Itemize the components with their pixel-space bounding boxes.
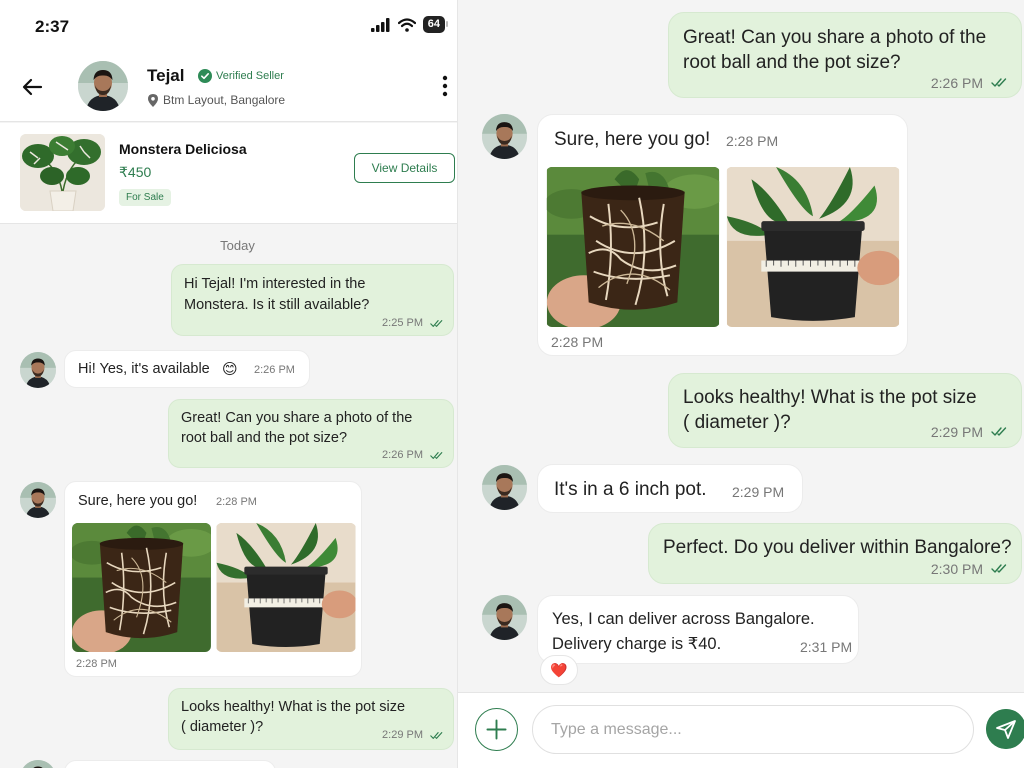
message-outgoing[interactable]: Hi Tejal! I'm interested in the Monstera…: [171, 264, 454, 336]
message-incoming[interactable]: It's in a 6 inch pot. 2:29 PM: [537, 464, 803, 513]
double-check-icon: [991, 77, 1007, 88]
back-arrow-icon[interactable]: [20, 74, 46, 100]
message-outgoing[interactable]: Great! Can you share a photo of the root…: [168, 399, 454, 468]
seller-location: Btm Layout, Bangalore: [148, 93, 285, 107]
battery-icon: 64: [422, 16, 449, 33]
root-ball-photo[interactable]: [546, 167, 720, 327]
product-name: Monstera Deliciosa: [119, 141, 247, 157]
message-text: Yes, I can deliver across Bangalore.: [552, 610, 815, 628]
message-text: Sure, here you go!: [78, 493, 198, 509]
heart-reaction[interactable]: ❤️: [540, 655, 578, 685]
message-outgoing[interactable]: Looks healthy! What is the pot size ( di…: [668, 373, 1022, 448]
message-time: 2:26 PM: [930, 75, 983, 91]
message-text: root ball and the pot size?: [683, 52, 901, 73]
message-text: Great! Can you share a photo of the: [683, 27, 987, 48]
message-text: Delivery charge is ₹40.: [552, 635, 722, 653]
message-text: root ball and the pot size?: [181, 430, 348, 446]
double-check-icon: [430, 451, 443, 460]
double-check-icon: [430, 319, 443, 328]
signal-icon: [370, 17, 390, 32]
seller-avatar[interactable]: [20, 482, 56, 518]
send-icon[interactable]: [986, 709, 1024, 749]
message-text: Looks healthy! What is the pot size: [181, 699, 406, 715]
composer-bar: [458, 692, 1024, 768]
message-text: Perfect. Do you deliver within Bangalore…: [663, 537, 1012, 558]
message-incoming[interactable]: Yes, I can deliver across Bangalore. Del…: [537, 595, 859, 664]
for-sale-badge: For Sale: [119, 189, 171, 206]
message-text: ( diameter )?: [683, 412, 791, 433]
product-card: Monstera Deliciosa ₹450 For Sale View De…: [0, 123, 457, 224]
photo-time: 2:28 PM: [76, 658, 117, 670]
message-incoming[interactable]: [64, 760, 276, 768]
view-details-button[interactable]: View Details: [354, 153, 455, 183]
message-time: 2:28 PM: [726, 133, 779, 149]
double-check-icon: [991, 426, 1007, 437]
verified-badge: Verified Seller: [198, 69, 284, 83]
chat-header: Tejal Verified Seller Btm Layout, Bangal…: [0, 52, 457, 122]
heart-icon: ❤️: [550, 661, 568, 678]
seller-avatar[interactable]: [482, 595, 527, 640]
message-text: It's in a 6 inch pot.: [554, 479, 707, 500]
seller-avatar[interactable]: [20, 352, 56, 388]
message-time: 2:26 PM: [254, 364, 295, 376]
location-text: Btm Layout, Bangalore: [163, 93, 286, 107]
status-bar: 2:37 64: [0, 0, 457, 52]
status-icons: 64: [370, 16, 449, 33]
message-time: 2:28 PM: [216, 496, 257, 508]
seller-avatar[interactable]: [482, 114, 527, 159]
message-time: 2:31 PM: [800, 639, 853, 655]
double-check-icon: [991, 563, 1007, 574]
photo-time: 2:28 PM: [551, 334, 604, 350]
smile-emoji-icon: 😊: [222, 361, 238, 378]
double-check-icon: [430, 731, 443, 740]
chat-panel-right: Great! Can you share a photo of the root…: [458, 0, 1024, 768]
wifi-icon: [397, 17, 416, 32]
status-time: 2:37: [35, 17, 70, 36]
message-text: Great! Can you share a photo of the: [181, 410, 413, 426]
message-incoming-photos[interactable]: Sure, here you go! 2:28 PM 2:28 PM: [64, 481, 362, 677]
seller-avatar[interactable]: [78, 61, 128, 111]
pot-measurement-photo[interactable]: [726, 167, 900, 327]
message-text: Hi Tejal! I'm interested in the: [184, 276, 366, 292]
message-time: 2:29 PM: [930, 424, 983, 440]
message-text: Hi! Yes, it's available: [78, 361, 210, 377]
message-text: ( diameter )?: [181, 719, 264, 735]
message-time: 2:29 PM: [382, 729, 423, 741]
message-text: Looks healthy! What is the pot size: [683, 387, 977, 408]
message-text: Sure, here you go!: [554, 129, 711, 150]
message-outgoing[interactable]: Perfect. Do you deliver within Bangalore…: [648, 523, 1022, 584]
message-outgoing[interactable]: Looks healthy! What is the pot size ( di…: [168, 688, 454, 750]
message-time: 2:29 PM: [732, 484, 785, 500]
seller-name[interactable]: Tejal: [147, 66, 184, 86]
more-options-icon[interactable]: [441, 74, 449, 98]
message-time: 2:25 PM: [382, 317, 423, 329]
location-pin-icon: [148, 93, 158, 107]
date-divider: Today: [220, 238, 255, 253]
message-text: Monstera. Is it still available?: [184, 297, 370, 313]
message-incoming[interactable]: Hi! Yes, it's available 😊 2:26 PM: [64, 350, 310, 388]
verified-check-icon: [198, 69, 212, 83]
verified-label: Verified Seller: [216, 70, 284, 82]
seller-avatar[interactable]: [482, 465, 527, 510]
chat-panel-left: 2:37 64 Tejal Verified Seller Btm Layout…: [0, 0, 457, 768]
product-image[interactable]: [20, 134, 105, 211]
root-ball-photo[interactable]: [72, 523, 211, 652]
pot-measurement-photo[interactable]: [216, 523, 356, 652]
message-outgoing[interactable]: Great! Can you share a photo of the root…: [668, 12, 1022, 98]
product-price: ₹450: [119, 164, 152, 180]
message-incoming-photos[interactable]: Sure, here you go! 2:28 PM 2:28 PM: [537, 114, 908, 356]
message-time: 2:26 PM: [382, 449, 423, 461]
message-time: 2:30 PM: [930, 561, 983, 577]
seller-avatar[interactable]: [20, 760, 56, 768]
message-input[interactable]: [532, 705, 974, 754]
add-attachment-icon[interactable]: [475, 708, 518, 751]
